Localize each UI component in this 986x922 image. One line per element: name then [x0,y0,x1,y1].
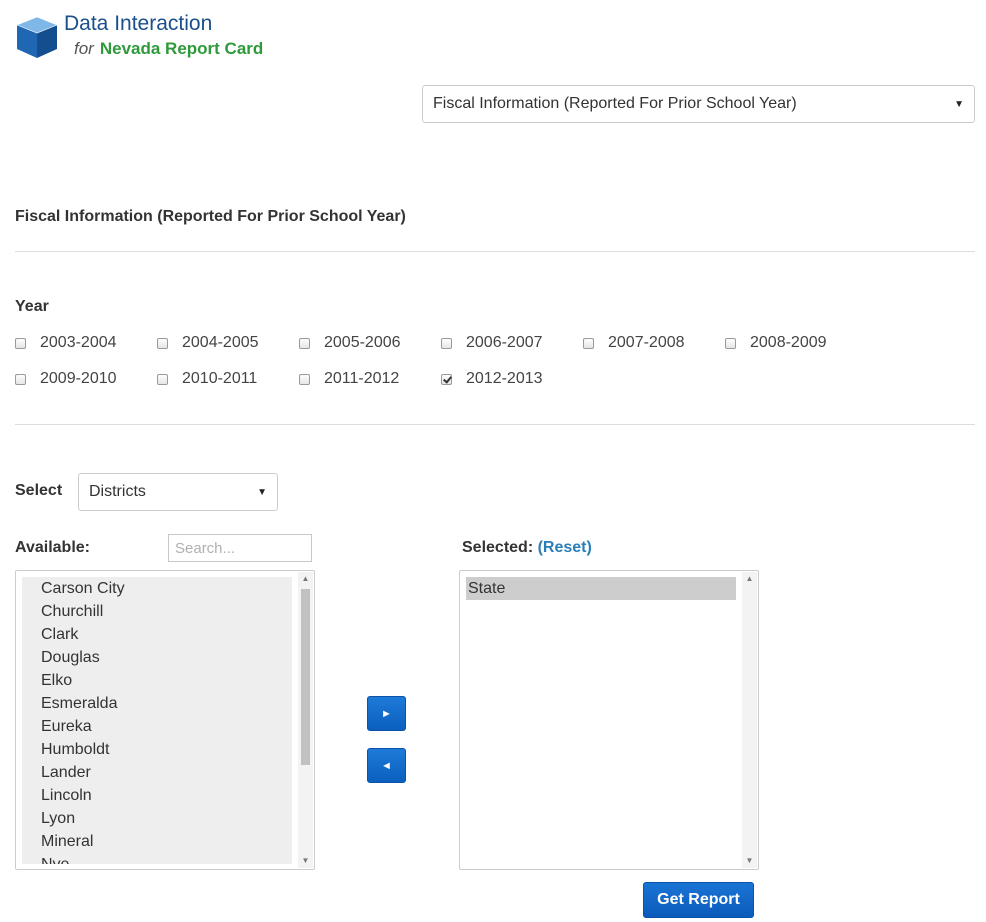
report-type-select[interactable]: Fiscal Information (Reported For Prior S… [422,85,975,123]
year-option-label: 2011-2012 [324,370,400,387]
year-checkbox[interactable] [299,373,310,385]
year-option[interactable]: 2005-2006 [299,334,401,352]
list-item[interactable]: Elko [22,669,292,692]
year-option-label: 2012-2013 [466,370,543,387]
available-items: Carson City Churchill Clark Douglas Elko Esme… [22,577,292,864]
year-option[interactable]: 2009-2010 [15,370,117,388]
list-item[interactable]: Esmeralda [22,692,292,715]
year-label: Year [15,298,49,315]
year-option-label: 2006-2007 [466,334,543,351]
list-item[interactable]: Douglas [22,646,292,669]
year-checkbox[interactable] [15,337,26,349]
move-left-button[interactable]: ◄ [367,748,406,783]
year-checkbox[interactable] [157,373,168,385]
year-option-label: 2004-2005 [182,334,259,351]
year-option-label: 2005-2006 [324,334,401,351]
year-option[interactable]: 2012-2013 [441,370,543,388]
year-option[interactable]: 2003-2004 [15,334,117,352]
search-input[interactable] [168,534,312,562]
year-option[interactable]: 2010-2011 [157,370,257,388]
logo-brand: Nevada Report Card [99,39,264,58]
list-item[interactable]: Humboldt [22,738,292,761]
year-option[interactable]: 2004-2005 [157,334,259,352]
list-item[interactable]: Clark [22,623,292,646]
list-item[interactable]: Carson City [22,577,292,600]
move-right-button[interactable]: ► [367,696,406,731]
chevron-down-icon: ▼ [257,486,267,498]
available-label: Available: [15,539,90,556]
list-item[interactable]: Eureka [22,715,292,738]
section-title: Fiscal Information (Reported For Prior S… [15,208,406,225]
year-option[interactable]: 2011-2012 [299,370,399,388]
selected-label-text: Selected: [462,539,534,556]
entity-type-value: Districts [89,483,146,500]
logo-title: Data Interaction [64,12,213,35]
available-listbox[interactable]: Carson City Churchill Clark Douglas Elko Esme… [15,570,315,870]
scroll-down-icon[interactable]: ▼ [742,854,757,868]
list-item[interactable]: Lander [22,761,292,784]
year-option-label: 2009-2010 [40,370,117,387]
scroll-thumb[interactable] [301,589,310,765]
logo-subtitle: for Nevada Report Card [74,39,263,59]
reset-link[interactable]: (Reset) [538,539,592,556]
year-option-label: 2007-2008 [608,334,685,351]
year-option-label: 2010-2011 [182,370,258,387]
scroll-down-icon[interactable]: ▼ [298,854,313,868]
list-item[interactable]: Mineral [22,830,292,853]
year-checkbox[interactable] [299,337,310,349]
year-checkbox[interactable] [157,337,168,349]
arrow-left-icon: ◄ [381,759,392,772]
year-checkbox[interactable] [441,373,452,385]
cube-icon [14,14,60,60]
list-item[interactable]: State [466,577,736,600]
divider [15,424,975,425]
scrollbar[interactable]: ▲ ▼ [298,572,313,868]
year-checkbox[interactable] [725,337,736,349]
get-report-button[interactable]: Get Report [643,882,754,918]
report-type-value: Fiscal Information (Reported For Prior S… [433,95,797,112]
year-checkbox[interactable] [15,373,26,385]
list-item[interactable]: Nye [22,853,292,864]
entity-type-select[interactable]: Districts ▼ [78,473,278,511]
list-item[interactable]: Lincoln [22,784,292,807]
logo-for-text: for [74,39,94,58]
scrollbar[interactable]: ▲ ▼ [742,572,757,868]
year-option-label: 2008-2009 [750,334,827,351]
scroll-up-icon[interactable]: ▲ [298,572,313,586]
select-label: Select [15,482,63,499]
scroll-up-icon[interactable]: ▲ [742,572,757,586]
arrow-right-icon: ► [381,707,392,720]
list-item[interactable]: Churchill [22,600,292,623]
selected-label: Selected: (Reset) [462,539,592,557]
list-item[interactable]: Lyon [22,807,292,830]
chevron-down-icon: ▼ [954,98,964,110]
year-option[interactable]: 2007-2008 [583,334,685,352]
year-checkbox[interactable] [583,337,594,349]
year-option-label: 2003-2004 [40,334,117,351]
year-option[interactable]: 2006-2007 [441,334,543,352]
selected-listbox[interactable]: State ▲ ▼ [459,570,759,870]
year-checkbox[interactable] [441,337,452,349]
divider [15,251,975,252]
year-option[interactable]: 2008-2009 [725,334,827,352]
